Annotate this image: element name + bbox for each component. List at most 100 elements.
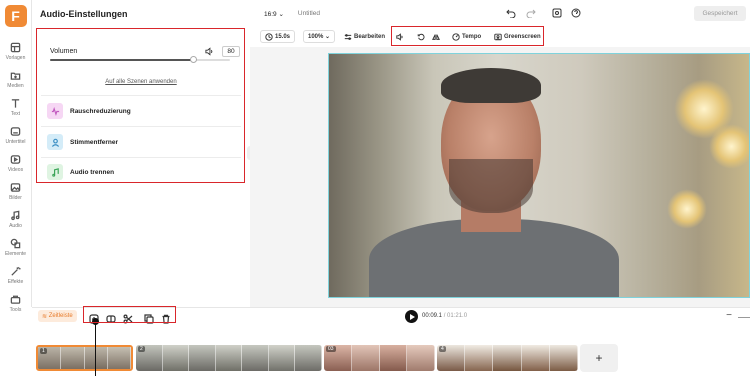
- feature-audio-split[interactable]: Audio trennen: [41, 159, 241, 185]
- delete-button[interactable]: [161, 311, 171, 324]
- saved-button[interactable]: Gespeichert: [694, 6, 746, 21]
- total-time: 01:21.0: [447, 313, 468, 319]
- sidebar-item-label: Audio: [9, 222, 22, 229]
- effects-icon: [11, 266, 21, 276]
- top-bar: 16:9 ⌄ Untitled Gespeichert: [250, 0, 750, 27]
- undo-icon[interactable]: [506, 8, 516, 18]
- redo-icon[interactable]: [526, 8, 536, 18]
- sidebar-item-tools[interactable]: Tools: [0, 289, 31, 317]
- sidebar-item-audio[interactable]: Audio: [0, 205, 31, 233]
- zoom-value: 100%: [308, 33, 324, 40]
- current-time: 00:09.1: [422, 313, 443, 319]
- sidebar-item-media[interactable]: Medien: [0, 65, 31, 93]
- timeline-clip[interactable]: 03: [324, 345, 435, 371]
- duplicate-button[interactable]: [144, 311, 154, 324]
- split-icon: [106, 315, 116, 323]
- duration-value: 15.0s: [275, 33, 291, 40]
- help-icon[interactable]: [571, 8, 581, 18]
- audio-split-icon: [47, 164, 63, 180]
- duration-button[interactable]: 15.0s: [260, 30, 296, 43]
- app-logo[interactable]: F: [4, 5, 27, 27]
- sidebar-item-videos[interactable]: Videos: [0, 149, 31, 177]
- volume-slider-fill: [50, 59, 194, 61]
- sidebar-item-label: Bilder: [9, 194, 22, 201]
- sidebar-item-images[interactable]: Bilder: [0, 177, 31, 205]
- feature-label: Audio trennen: [70, 168, 115, 176]
- sidebar-item-label: Tools: [9, 306, 22, 313]
- project-name[interactable]: Untitled: [298, 10, 320, 17]
- timeline-clip[interactable]: 2: [136, 345, 322, 371]
- background-lamp: [709, 124, 749, 169]
- greenscreen-icon: [494, 33, 502, 40]
- timeline-label: Zeitleiste: [48, 313, 73, 319]
- apply-to-all-scenes-link[interactable]: Auf alle Szenen anwenden: [32, 79, 250, 85]
- image-icon: [10, 182, 21, 192]
- feature-label: Stimmentferner: [70, 138, 119, 146]
- speaker-icon[interactable]: [205, 46, 214, 56]
- panel-title: Audio-Einstellungen: [40, 9, 128, 19]
- tempo-label: Tempo: [462, 33, 482, 40]
- zoom-out-icon[interactable]: −: [726, 310, 732, 321]
- presenter-hair: [441, 68, 541, 103]
- video-icon: [10, 154, 21, 164]
- layers-icon: ≋: [42, 313, 48, 320]
- volume-label: Volumen: [50, 47, 78, 55]
- sliders-icon: [344, 33, 352, 40]
- rotate-icon: [417, 33, 425, 40]
- divider: [41, 95, 241, 96]
- clock-icon: [265, 32, 273, 41]
- playback-time: 00:09.1 / 01:21.0: [422, 313, 468, 319]
- zoom-dropdown[interactable]: 100% ⌄: [303, 30, 336, 43]
- background-lamp: [667, 189, 707, 229]
- flip-button[interactable]: [432, 30, 442, 43]
- duplicate-icon: [144, 314, 154, 324]
- timeline-toggle[interactable]: ≋ Zeitleiste: [38, 310, 77, 322]
- tempo-icon: [452, 32, 460, 41]
- text-icon: [11, 98, 20, 108]
- sidebar-item-templates[interactable]: Vorlagen: [0, 37, 31, 65]
- volume-slider[interactable]: [50, 56, 230, 63]
- volume-button[interactable]: [396, 30, 406, 43]
- sidebar-item-subtitles[interactable]: Untertitel: [0, 121, 31, 149]
- scissors-icon: [123, 314, 133, 324]
- sidebar-item-text[interactable]: Text: [0, 93, 31, 121]
- clip-number: 1: [40, 348, 47, 354]
- flip-icon: [432, 33, 440, 40]
- rotate-button[interactable]: [417, 30, 427, 43]
- aspect-ratio-dropdown[interactable]: 16:9 ⌄: [264, 10, 284, 18]
- subtitles-icon: [10, 126, 21, 136]
- sidebar-item-effects[interactable]: Effekte: [0, 261, 31, 289]
- timeline-zoom-slider[interactable]: [738, 317, 750, 318]
- presenter-beard: [449, 159, 533, 213]
- screen-capture-icon[interactable]: [552, 8, 562, 18]
- volume-slider-handle[interactable]: [190, 56, 197, 63]
- clip-number: 03: [326, 346, 336, 352]
- timeline-clip[interactable]: 1: [36, 345, 133, 371]
- timeline-playhead[interactable]: [92, 318, 99, 376]
- divider: [41, 157, 241, 158]
- play-button[interactable]: [405, 310, 418, 323]
- feature-noise-reduction[interactable]: Rauschreduzierung: [41, 98, 241, 124]
- volume-value-input[interactable]: 80: [222, 45, 240, 57]
- volume-row: Volumen 80: [50, 44, 240, 58]
- tempo-button[interactable]: Tempo: [452, 30, 481, 43]
- split-button[interactable]: [106, 311, 116, 323]
- timeline-clip[interactable]: 4: [437, 345, 578, 371]
- feature-voice-remover[interactable]: Stimmentferner: [41, 129, 241, 155]
- clip-number: 2: [138, 346, 145, 352]
- edit-button[interactable]: Bearbeiten: [344, 30, 385, 43]
- sidebar-item-elements[interactable]: Elemente: [0, 233, 31, 261]
- media-icon: [10, 72, 21, 80]
- clip-number: 4: [439, 346, 446, 352]
- feature-label: Rauschreduzierung: [70, 107, 131, 115]
- trash-icon: [162, 314, 170, 324]
- audio-settings-panel: Audio-Einstellungen Volumen 80 Auf alle …: [32, 0, 250, 307]
- video-preview[interactable]: [328, 53, 750, 298]
- greenscreen-button[interactable]: Greenscreen: [494, 30, 541, 43]
- sidebar-item-label: Effekte: [7, 278, 24, 285]
- sidebar-item-label: Untertitel: [5, 138, 26, 145]
- cut-button[interactable]: [123, 311, 133, 324]
- add-scene-timeline-button[interactable]: +: [580, 344, 618, 372]
- sidebar-item-label: Text: [10, 110, 21, 117]
- canvas-toolbar: 15.0s 100% ⌄ Bearbeiten Tempo Greenscree…: [250, 27, 750, 47]
